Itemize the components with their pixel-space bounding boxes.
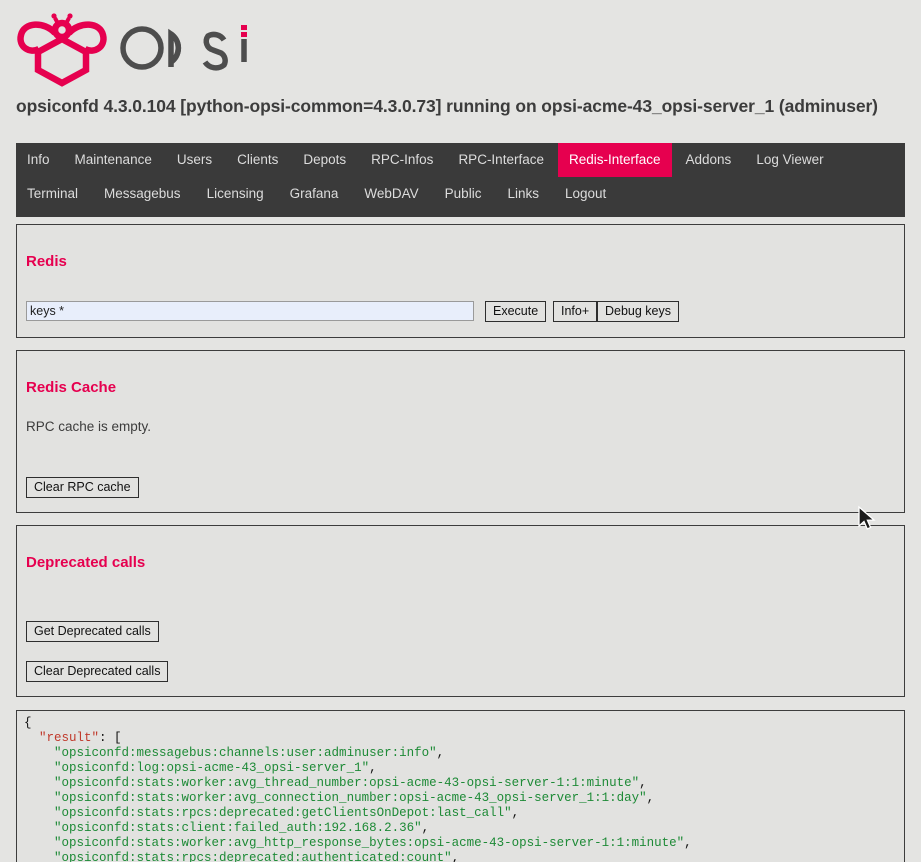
rpc-cache-status-text: RPC cache is empty.	[26, 419, 152, 434]
nav-item-public[interactable]: Public	[434, 177, 493, 211]
redis-cache-panel: Redis Cache RPC cache is empty. Clear RP…	[16, 350, 905, 513]
nav-item-clients[interactable]: Clients	[226, 143, 289, 177]
nav-item-grafana[interactable]: Grafana	[279, 177, 350, 211]
nav-item-webdav[interactable]: WebDAV	[353, 177, 429, 211]
nav-item-redis-interface[interactable]: Redis-Interface	[557, 143, 672, 177]
redis-panel: Redis Execute Info+ Debug keys	[16, 224, 905, 338]
page-root: opsiconfd 4.3.0.104 [python-opsi-common=…	[0, 0, 921, 862]
nav-row-secondary: Terminal Messagebus Licensing Grafana We…	[16, 177, 905, 217]
opsi-bee-hexagon-logo-icon	[17, 13, 107, 87]
nav-item-depots[interactable]: Depots	[292, 143, 357, 177]
nav-item-messagebus[interactable]: Messagebus	[93, 177, 192, 211]
nav-item-rpc-infos[interactable]: RPC-Infos	[360, 143, 444, 177]
nav-row-primary: Info Maintenance Users Clients Depots RP…	[16, 143, 905, 177]
redis-command-input[interactable]	[26, 301, 474, 321]
get-deprecated-calls-button[interactable]: Get Deprecated calls	[26, 621, 159, 642]
nav-item-addons[interactable]: Addons	[675, 143, 743, 177]
opsi-wordmark	[120, 25, 247, 71]
deprecated-calls-panel: Deprecated calls Get Deprecated calls Cl…	[16, 525, 905, 697]
deprecated-calls-panel-title: Deprecated calls	[26, 554, 146, 571]
json-output-area[interactable]: { "result": [ "opsiconfd:messagebus:chan…	[16, 710, 905, 862]
execute-button[interactable]: Execute	[485, 301, 547, 322]
mouse-pointer-arrow-icon	[858, 505, 876, 530]
clear-deprecated-calls-button[interactable]: Clear Deprecated calls	[26, 661, 169, 682]
nav-item-licensing[interactable]: Licensing	[196, 177, 275, 211]
page-title: opsiconfd 4.3.0.104 [python-opsi-common=…	[16, 96, 878, 116]
nav-item-info[interactable]: Info	[16, 143, 61, 177]
info-plus-button[interactable]: Info+	[553, 301, 598, 322]
nav-item-log-viewer[interactable]: Log Viewer	[745, 143, 834, 177]
debug-keys-button[interactable]: Debug keys	[597, 301, 680, 322]
nav-item-logout[interactable]: Logout	[554, 177, 617, 211]
redis-panel-title: Redis	[26, 253, 67, 270]
redis-cache-panel-title: Redis Cache	[26, 379, 117, 396]
nav-item-links[interactable]: Links	[496, 177, 550, 211]
main-navigation: Info Maintenance Users Clients Depots RP…	[16, 143, 905, 217]
clear-rpc-cache-button[interactable]: Clear RPC cache	[26, 477, 139, 498]
nav-item-users[interactable]: Users	[166, 143, 223, 177]
nav-item-rpc-interface[interactable]: RPC-Interface	[447, 143, 555, 177]
nav-item-maintenance[interactable]: Maintenance	[64, 143, 163, 177]
nav-item-terminal[interactable]: Terminal	[16, 177, 89, 211]
opsi-logo	[14, 8, 255, 88]
